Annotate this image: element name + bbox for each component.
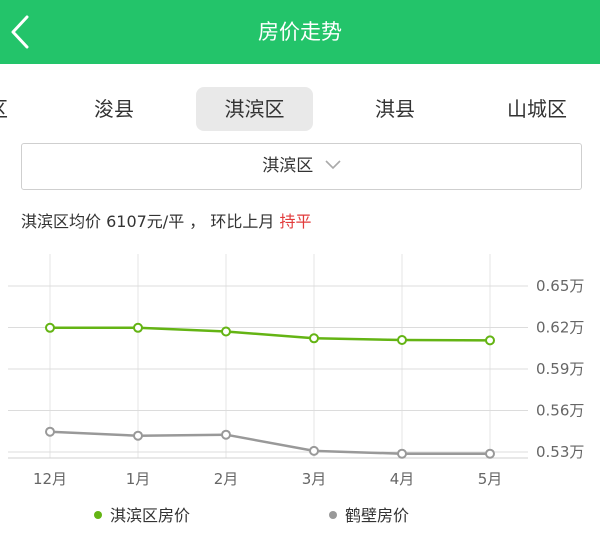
tab-qixian[interactable]: 淇县 bbox=[363, 87, 427, 131]
header-bar: 房价走势 bbox=[0, 0, 600, 64]
y-tick-label: 0.65万 bbox=[536, 277, 584, 295]
tab-junxian[interactable]: 浚县 bbox=[82, 87, 146, 131]
series-2-point bbox=[397, 448, 407, 459]
series-2-point bbox=[45, 426, 55, 437]
x-tick-label: 4月 bbox=[390, 470, 415, 488]
series-1-point bbox=[45, 322, 55, 333]
district-select-value: 淇滨区 bbox=[262, 156, 314, 176]
page-title: 房价走势 bbox=[258, 20, 342, 44]
series-line-1 bbox=[50, 326, 491, 342]
summary-text: 淇滨区均价 6107元/平 ， 环比上月 bbox=[21, 212, 280, 231]
x-tick-label: 2月 bbox=[214, 470, 239, 488]
district-tabs: 区 浚县 淇滨区 淇县 山城区 bbox=[0, 80, 600, 138]
y-tick-label: 0.59万 bbox=[536, 360, 584, 378]
x-tick-label: 1月 bbox=[126, 470, 151, 488]
series-1-point bbox=[309, 333, 319, 344]
x-tick-label: 12月 bbox=[33, 470, 67, 488]
legend-label-2: 鹤壁房价 bbox=[345, 506, 409, 525]
y-tick-label: 0.53万 bbox=[536, 443, 584, 461]
chevron-down-icon bbox=[325, 159, 341, 169]
tab-partial[interactable]: 区 bbox=[0, 87, 8, 131]
series-2-point bbox=[221, 429, 231, 440]
price-summary: 淇滨区均价 6107元/平 ， 环比上月 持平 bbox=[21, 208, 311, 232]
series-1-point bbox=[221, 326, 231, 337]
series-1-point bbox=[397, 335, 407, 345]
price-trend-chart: 0.65万 0.62万 0.59万 0.56万 0.53万 12月 1月 2月 3月 4月 5月淇滨… bbox=[8, 254, 584, 525]
series-1-point bbox=[485, 335, 495, 346]
series-line-2 bbox=[49, 430, 490, 455]
x-tick-label: 3月 bbox=[302, 470, 327, 488]
legend-label-1: 淇滨区房价 bbox=[110, 506, 190, 525]
series-2-point bbox=[133, 430, 143, 441]
series-2-point bbox=[309, 445, 319, 456]
trend-label: 持平 bbox=[279, 212, 312, 231]
series-1-point bbox=[133, 322, 143, 333]
tab-shanchengqu[interactable]: 山城区 bbox=[500, 87, 574, 131]
series-2-point bbox=[485, 448, 495, 459]
legend-dot-1 bbox=[94, 511, 102, 519]
x-tick-label: 5月 bbox=[478, 470, 503, 488]
tab-qibinqu[interactable]: 淇滨区 bbox=[196, 87, 313, 131]
district-select[interactable]: 淇滨区 bbox=[21, 143, 582, 190]
y-tick-label: 0.56万 bbox=[536, 402, 584, 420]
y-tick-label: 0.62万 bbox=[536, 319, 584, 337]
legend-dot-2 bbox=[329, 511, 337, 519]
